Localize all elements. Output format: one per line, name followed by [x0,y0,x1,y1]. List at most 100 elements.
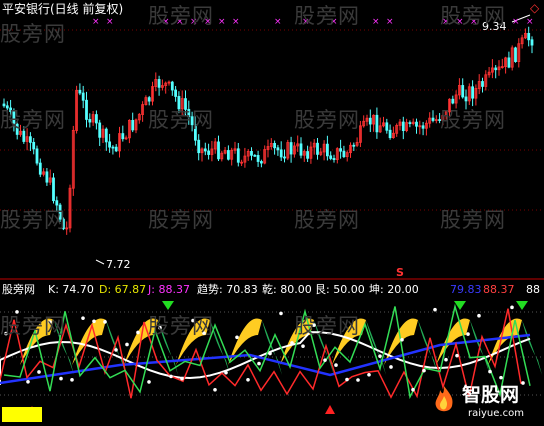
candle-body [121,133,125,140]
candle-body [464,96,468,102]
watermark: 股旁网 [294,4,360,28]
low-price-label: 7.72 [106,258,131,271]
data-dot [136,330,140,335]
data-dot [103,320,107,324]
candle-body [481,81,484,87]
right-value-blue: 79.83 [450,283,482,296]
candle-body [283,156,286,159]
candle-body [507,57,511,68]
x-signal-mark: × [106,17,114,27]
candle-body [88,119,92,123]
param-d: D: 67.87 [99,283,147,296]
candle-body [236,148,240,163]
candle-body [401,121,405,131]
data-dot [334,363,338,367]
candle-body [273,143,277,149]
candle-body [111,146,115,149]
watermark: 股旁网 [0,22,66,46]
data-dot [433,307,437,312]
logo-url: raiyue.com [468,408,524,419]
data-dot [92,319,96,324]
candle-body [289,142,293,155]
candle-body [494,67,498,71]
candle-body [342,150,346,158]
candle-body [197,139,201,154]
candle-body [352,144,356,147]
candle-body [174,89,178,97]
candle-body [45,171,49,183]
candle-body [95,114,98,124]
candle-body [306,151,310,159]
candle-body [530,39,534,46]
data-dot [367,372,371,377]
data-dot [213,387,217,392]
data-dot [378,354,382,358]
candle-body [408,122,412,125]
data-dot [26,379,30,384]
candle-body [226,150,230,160]
data-dot [169,374,173,379]
param-kun: 坤: 20.00 [369,283,419,296]
watermark: 股旁网 [440,4,506,28]
candle-body [514,47,517,62]
right-value-red: 88.37 [483,283,515,296]
data-dot [224,370,228,375]
watermark: 股旁网 [294,208,360,232]
candle-body [451,98,455,104]
candle-body [375,114,379,133]
candle-body [385,122,389,131]
candle-body [207,150,211,155]
data-dot [290,341,294,345]
data-dot [345,377,349,382]
data-dot [246,378,250,382]
x-signal-mark: × [372,17,380,27]
candle-body [85,99,88,120]
data-dot [114,348,118,352]
watermark: 股旁网 [0,314,66,338]
candle-body [259,161,263,164]
watermark: 股旁网 [148,208,214,232]
param-trend: 趋势: 70.83 [197,283,258,296]
right-value-white: 88 [526,283,540,296]
data-dot [59,376,63,381]
candle-body [279,149,283,158]
data-dot [455,353,459,358]
indicator-name: 股旁网 [2,283,35,296]
x-signal-mark: × [218,17,226,27]
candle-body [32,141,36,150]
data-dot [466,332,470,336]
candle-body [368,117,372,125]
x-signal-mark: × [526,17,534,27]
data-dot [389,365,393,369]
data-dot [180,376,184,381]
watermark: 股旁网 [294,314,360,338]
data-dot [81,316,85,320]
data-dot [411,387,415,392]
candle-body [81,92,85,101]
sell-triangle-icon [162,301,174,310]
sell-signal-mark: S [396,266,404,279]
candle-body [431,117,435,121]
candle-body [388,129,392,139]
watermark: 股旁网 [148,314,214,338]
x-signal-mark: × [274,17,282,27]
data-dot [444,357,448,362]
watermark: 股旁网 [440,208,506,232]
param-k: K: 74.70 [48,283,94,296]
data-dot [356,378,360,382]
candle-body [471,86,475,99]
candle-body [28,136,32,143]
candle-body [256,155,260,162]
watermark: 股旁网 [148,4,214,28]
flame-logo-icon [435,386,453,412]
candle-body [114,146,118,152]
watermark: 股旁网 [0,208,66,232]
x-signal-mark: × [512,17,520,27]
data-dot [147,380,151,384]
data-dot [70,378,74,382]
candle-body [203,148,207,152]
data-dot [400,337,404,342]
data-dot [488,369,492,374]
candle-body [299,143,303,156]
sell-triangle-icon [516,301,528,310]
